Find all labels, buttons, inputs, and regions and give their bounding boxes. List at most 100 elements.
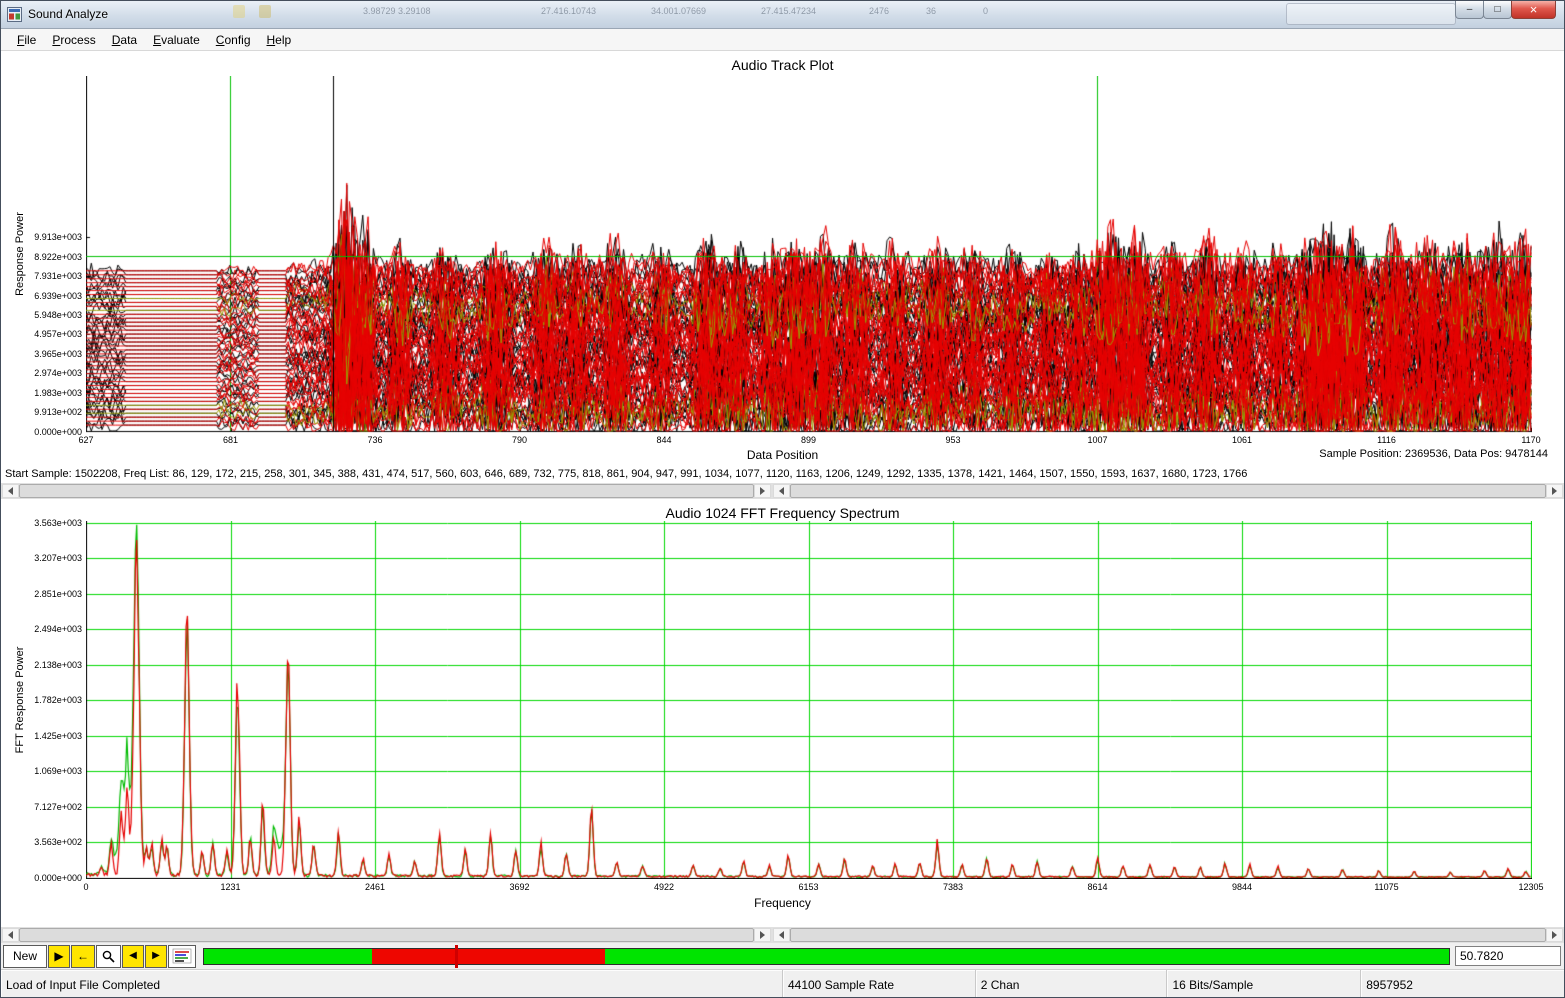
sample-position-readout: Sample Position: 2369536, Data Pos: 9478…	[1319, 448, 1548, 460]
status-channels: 2 Chan	[976, 970, 1168, 998]
scroll-left-arrow-icon[interactable]	[773, 928, 790, 942]
new-button[interactable]: New	[3, 945, 47, 968]
background-window-ghost-text: 3.98729 3.29108	[363, 6, 431, 16]
track-plot-y-tick: 0.000e+000	[1, 427, 82, 437]
fft-plot-y-tick: 3.563e+003	[1, 518, 82, 528]
fft-plot-y-tick: 2.851e+003	[1, 589, 82, 599]
track-plot-y-tick: 9.913e+003	[1, 232, 82, 242]
fft-plot-x-tick: 1231	[220, 882, 240, 892]
track-plot-x-tick: 844	[656, 435, 671, 445]
fft-plot-panel: Audio 1024 FFT Frequency Spectrum FFT Re…	[1, 499, 1564, 927]
step-forward-icon: ▶	[152, 951, 160, 961]
scrollbar-thumb[interactable]	[19, 928, 754, 942]
menu-process[interactable]: Process	[44, 31, 103, 49]
track-plot-y-tick: 1.983e+003	[1, 388, 82, 398]
back-arrow-icon: ←	[77, 950, 89, 962]
track-plot-x-tick: 736	[367, 435, 382, 445]
menu-help[interactable]: Help	[259, 31, 300, 49]
fft-plot-y-tick: 0.000e+000	[1, 873, 82, 883]
minimize-button[interactable]: –	[1455, 1, 1484, 19]
menu-file[interactable]: File	[9, 31, 44, 49]
background-window-ghost-text: 27.415.47234	[761, 6, 816, 16]
track-plot-y-tick: 2.974e+003	[1, 368, 82, 378]
track-plot-title: Audio Track Plot	[1, 57, 1564, 73]
status-bar: Load of Input File Completed 44100 Sampl…	[1, 969, 1564, 998]
track-plot-y-tick: 6.939e+003	[1, 291, 82, 301]
scrollbar-thumb[interactable]	[790, 928, 1546, 942]
fft-plot-y-tick: 1.425e+003	[1, 731, 82, 741]
fft-plot-x-tick: 6153	[798, 882, 818, 892]
step-back-icon: ◀	[129, 951, 137, 961]
playback-position-bar[interactable]	[203, 948, 1450, 965]
track-plot-y-tick: 8.922e+003	[1, 252, 82, 262]
scroll-right-arrow-icon[interactable]	[754, 928, 771, 942]
transport-toolbar: New ▶ ← ◀ ▶	[1, 943, 1564, 969]
rewind-button[interactable]: ←	[71, 945, 95, 968]
track-plot-x-tick: 1116	[1377, 435, 1396, 445]
zoom-button[interactable]	[96, 945, 121, 968]
menu-config[interactable]: Config	[208, 31, 259, 49]
track-plot-x-tick: 1061	[1232, 435, 1252, 445]
fft-plot-y-tick: 3.207e+003	[1, 553, 82, 563]
fft-plot-y-tick: 3.563e+002	[1, 837, 82, 847]
fft-plot-y-tick: 2.494e+003	[1, 624, 82, 634]
step-forward-button[interactable]: ▶	[145, 945, 167, 968]
position-value-display[interactable]: 50.7820	[1455, 946, 1561, 966]
track-scrollbar-left[interactable]	[1, 483, 772, 499]
fft-plot-x-tick: 4922	[654, 882, 674, 892]
background-window-ghost-icon	[233, 5, 245, 18]
track-plot-x-tick: 627	[78, 435, 93, 445]
fft-plot-x-tick: 0	[83, 882, 88, 892]
play-button[interactable]: ▶	[48, 945, 70, 968]
position-marker[interactable]	[455, 945, 458, 968]
track-plot-x-tick: 953	[945, 435, 960, 445]
menu-evaluate[interactable]: Evaluate	[145, 31, 208, 49]
menu-bar: File Process Data Evaluate Config Help	[1, 29, 1564, 51]
background-window-ghost-text: 36	[926, 6, 936, 16]
maximize-button[interactable]: □	[1483, 1, 1512, 19]
background-window-ghost-text: 2476	[869, 6, 889, 16]
fft-scrollbar-left[interactable]	[1, 927, 772, 943]
app-icon[interactable]	[7, 7, 22, 22]
track-plot-y-tick: 4.957e+003	[1, 329, 82, 339]
fft-scrollbar-right[interactable]	[772, 927, 1564, 943]
scroll-right-arrow-icon[interactable]	[1546, 928, 1563, 942]
fft-plot-x-tick: 2461	[365, 882, 385, 892]
scroll-right-arrow-icon[interactable]	[754, 484, 771, 498]
fft-plot-x-tick: 9844	[1232, 882, 1252, 892]
scroll-left-arrow-icon[interactable]	[2, 928, 19, 942]
fft-plot-canvas[interactable]	[86, 521, 1532, 879]
fft-plot-scrollbar-row	[1, 927, 1564, 943]
track-plot-y-tick: 3.965e+003	[1, 349, 82, 359]
fft-plot-x-tick: 8614	[1087, 882, 1107, 892]
track-plot-panel: Audio Track Plot Response Power Data Pos…	[1, 51, 1564, 483]
track-plot-canvas[interactable]	[86, 76, 1532, 433]
track-plot-y-tick: 7.931e+003	[1, 271, 82, 281]
status-sample-rate: 44100 Sample Rate	[783, 970, 976, 998]
background-window-ghost-text: 27.416.10743	[541, 6, 596, 16]
track-plot-y-tick: 5.948e+003	[1, 310, 82, 320]
start-sample-freq-list: Start Sample: 1502208, Freq List: 86, 12…	[5, 468, 1247, 480]
menu-data[interactable]: Data	[104, 31, 145, 49]
track-scrollbar-right[interactable]	[772, 483, 1564, 499]
step-back-button[interactable]: ◀	[122, 945, 144, 968]
fft-plot-x-tick: 3692	[509, 882, 529, 892]
fft-plot-x-tick: 7383	[943, 882, 963, 892]
close-button[interactable]: ×	[1511, 1, 1556, 19]
window-title: Sound Analyze	[28, 7, 108, 21]
status-bits-per-sample: 16 Bits/Sample	[1167, 970, 1361, 998]
marker-list-icon	[172, 948, 192, 964]
scrollbar-thumb[interactable]	[790, 484, 1546, 498]
track-plot-x-tick: 1007	[1087, 435, 1107, 445]
scrollbar-thumb[interactable]	[19, 484, 754, 498]
title-bar[interactable]: Sound Analyze – □ × 3.98729 3.29108 27.41…	[1, 1, 1564, 29]
scroll-right-arrow-icon[interactable]	[1546, 484, 1563, 498]
marker-list-button[interactable]	[168, 945, 196, 968]
background-window-ghost-icon	[259, 5, 271, 18]
selection-range-highlight	[372, 949, 605, 964]
app-window: Sound Analyze – □ × 3.98729 3.29108 27.41…	[0, 0, 1565, 998]
fft-plot-y-tick: 7.127e+002	[1, 802, 82, 812]
scroll-left-arrow-icon[interactable]	[773, 484, 790, 498]
scroll-left-arrow-icon[interactable]	[2, 484, 19, 498]
fft-plot-x-tick: 11075	[1374, 882, 1398, 892]
